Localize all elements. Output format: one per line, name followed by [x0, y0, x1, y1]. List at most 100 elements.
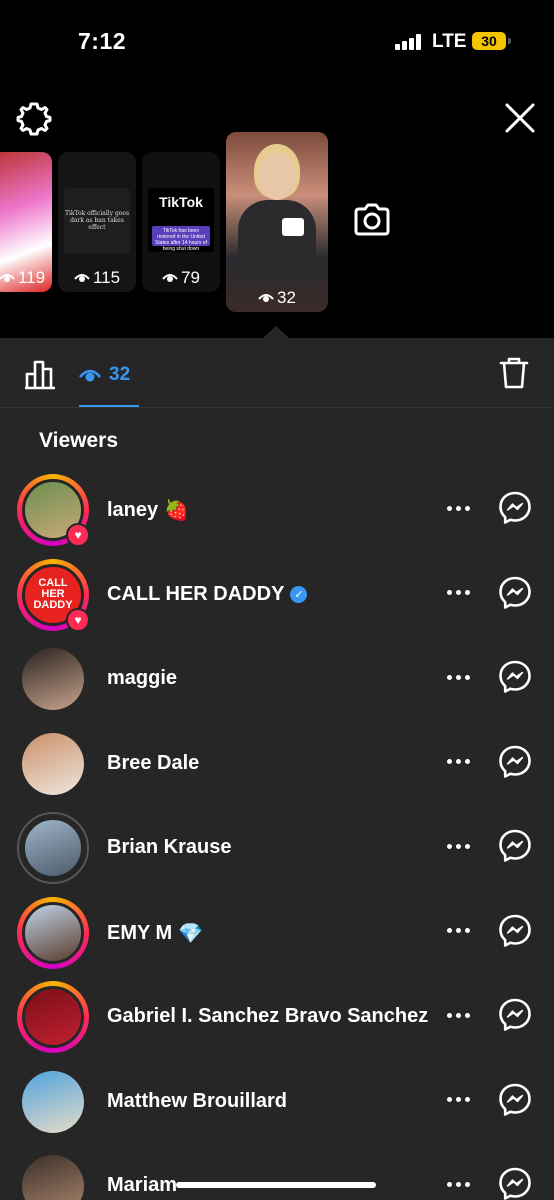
dot	[446, 1097, 452, 1102]
delete-button[interactable]	[496, 354, 532, 392]
story-thumbnail[interactable]: 119	[0, 152, 52, 292]
messenger-button[interactable]	[497, 997, 533, 1033]
viewer-name[interactable]: Gabriel I. Sanchez Bravo Sanchez	[107, 1005, 428, 1028]
battery-icon: 30	[472, 32, 506, 50]
bar-chart-icon	[25, 360, 55, 390]
photo-body	[238, 200, 316, 280]
story-thumbnail-selected[interactable]: 32	[226, 132, 328, 312]
dot	[446, 843, 452, 849]
messenger-icon	[499, 660, 531, 693]
dot	[446, 928, 452, 933]
messenger-button[interactable]	[497, 659, 533, 695]
story-views-label: 115	[92, 268, 121, 287]
viewer-name[interactable]: CALL HER DADDY ✓	[107, 583, 308, 606]
network-type: LTE	[432, 31, 467, 52]
viewer-name-label: Bree Dale	[107, 751, 200, 774]
avatar[interactable]	[17, 896, 89, 969]
viewer-row[interactable]: maggie	[0, 635, 554, 720]
viewer-name[interactable]: Bree Dale	[107, 752, 199, 775]
story-thumbnail[interactable]: TikTok TikTok has been restored in the U…	[142, 152, 220, 292]
camera-button[interactable]	[352, 200, 392, 240]
section-title: Viewers	[39, 429, 119, 452]
viewer-row[interactable]: CALL HER DADDY ♥ CALL HER DADDY ✓	[0, 551, 554, 636]
avatar-image	[22, 1070, 84, 1133]
avatar-image	[22, 901, 84, 964]
more-options-button[interactable]	[440, 581, 476, 605]
avatar[interactable]	[17, 1066, 89, 1138]
avatar-image	[22, 648, 84, 710]
verified-badge-icon: ✓	[290, 585, 308, 603]
messenger-button[interactable]	[497, 575, 533, 611]
viewer-list: ♥ laney 🍓 CALL HER DADDY ♥ CALL HER DADDY ✓ mag…	[0, 466, 554, 1200]
viewer-name[interactable]: EMY M 💎	[107, 921, 203, 946]
viewer-name[interactable]: Matthew Brouillard	[107, 1090, 287, 1113]
viewer-name[interactable]: Mariam	[107, 1174, 177, 1197]
trash-icon	[499, 357, 529, 389]
viewer-row[interactable]: Matthew Brouillard	[0, 1058, 554, 1143]
story-view-count: 32	[226, 288, 328, 308]
avatar[interactable]	[17, 643, 89, 715]
insights-button[interactable]	[22, 356, 58, 392]
messenger-button[interactable]	[497, 913, 533, 949]
viewer-row[interactable]: EMY M 💎	[0, 889, 554, 974]
avatar[interactable]	[17, 1150, 89, 1200]
messenger-button[interactable]	[497, 744, 533, 780]
more-options-button[interactable]	[440, 665, 476, 689]
name-emoji: 🍓	[164, 500, 190, 522]
story-views-label: 32	[277, 288, 296, 307]
viewers-count: 32	[109, 364, 131, 385]
avatar[interactable]: CALL HER DADDY ♥	[17, 558, 90, 632]
dot	[464, 1181, 470, 1187]
more-options-button[interactable]	[440, 750, 476, 774]
viewer-row[interactable]: Bree Dale	[0, 720, 554, 805]
viewer-name-label: EMY M	[107, 921, 173, 944]
dot	[446, 505, 452, 511]
viewer-row[interactable]: Mariam	[0, 1142, 554, 1200]
story-views-label: 119	[17, 268, 46, 287]
more-options-button[interactable]	[440, 1172, 476, 1196]
viewer-row[interactable]: Brian Krause	[0, 804, 554, 889]
home-indicator[interactable]	[176, 1182, 376, 1188]
viewer-row[interactable]: Gabriel I. Sanchez Bravo Sanchez	[0, 973, 554, 1058]
viewer-name[interactable]: maggie	[107, 667, 177, 690]
viewer-name[interactable]: Brian Krause	[107, 836, 232, 859]
story-view-count: 119	[0, 268, 52, 288]
messenger-button[interactable]	[497, 1082, 533, 1118]
viewer-row[interactable]: ♥ laney 🍓	[0, 466, 554, 551]
eye-icon	[162, 274, 178, 282]
dot	[464, 1012, 470, 1018]
tab-indicator	[79, 405, 139, 407]
story-thumbnail[interactable]: TikTok officially goes dark as ban takes…	[58, 152, 136, 292]
avatar-image	[22, 732, 84, 795]
avatar[interactable]	[17, 981, 89, 1053]
battery-nub	[508, 38, 511, 44]
photo-microphone	[282, 218, 304, 236]
avatar[interactable]: ♥	[17, 474, 90, 547]
avatar-image	[22, 986, 84, 1048]
sheet-toolbar: 32	[0, 338, 554, 408]
dot	[455, 674, 461, 680]
messenger-button[interactable]	[497, 1166, 533, 1200]
heart-icon: ♥	[66, 523, 90, 547]
more-options-button[interactable]	[440, 1088, 476, 1112]
dot	[446, 1012, 452, 1018]
more-options-button[interactable]	[440, 919, 476, 943]
messenger-button[interactable]	[497, 828, 533, 864]
tab-viewers[interactable]: 32	[79, 358, 139, 408]
story-caption: TikTok officially goes dark as ban takes…	[64, 188, 130, 254]
dot	[446, 590, 452, 595]
eye-icon	[258, 294, 274, 302]
viewer-name-label: Mariam	[107, 1174, 178, 1196]
more-options-button[interactable]	[440, 834, 476, 858]
messenger-button[interactable]	[497, 490, 533, 526]
messenger-icon	[499, 576, 531, 609]
viewer-name[interactable]: laney 🍓	[107, 498, 189, 523]
dot	[446, 674, 452, 680]
more-options-button[interactable]	[440, 496, 476, 520]
avatar[interactable]	[17, 812, 89, 884]
more-options-button[interactable]	[440, 1003, 476, 1027]
viewers-sheet: 32 Viewers ♥ laney 🍓 CALL HER DADDY ♥ CALL HE…	[0, 338, 554, 1200]
dot	[455, 1097, 461, 1102]
dot	[464, 590, 470, 595]
avatar[interactable]	[17, 728, 89, 800]
